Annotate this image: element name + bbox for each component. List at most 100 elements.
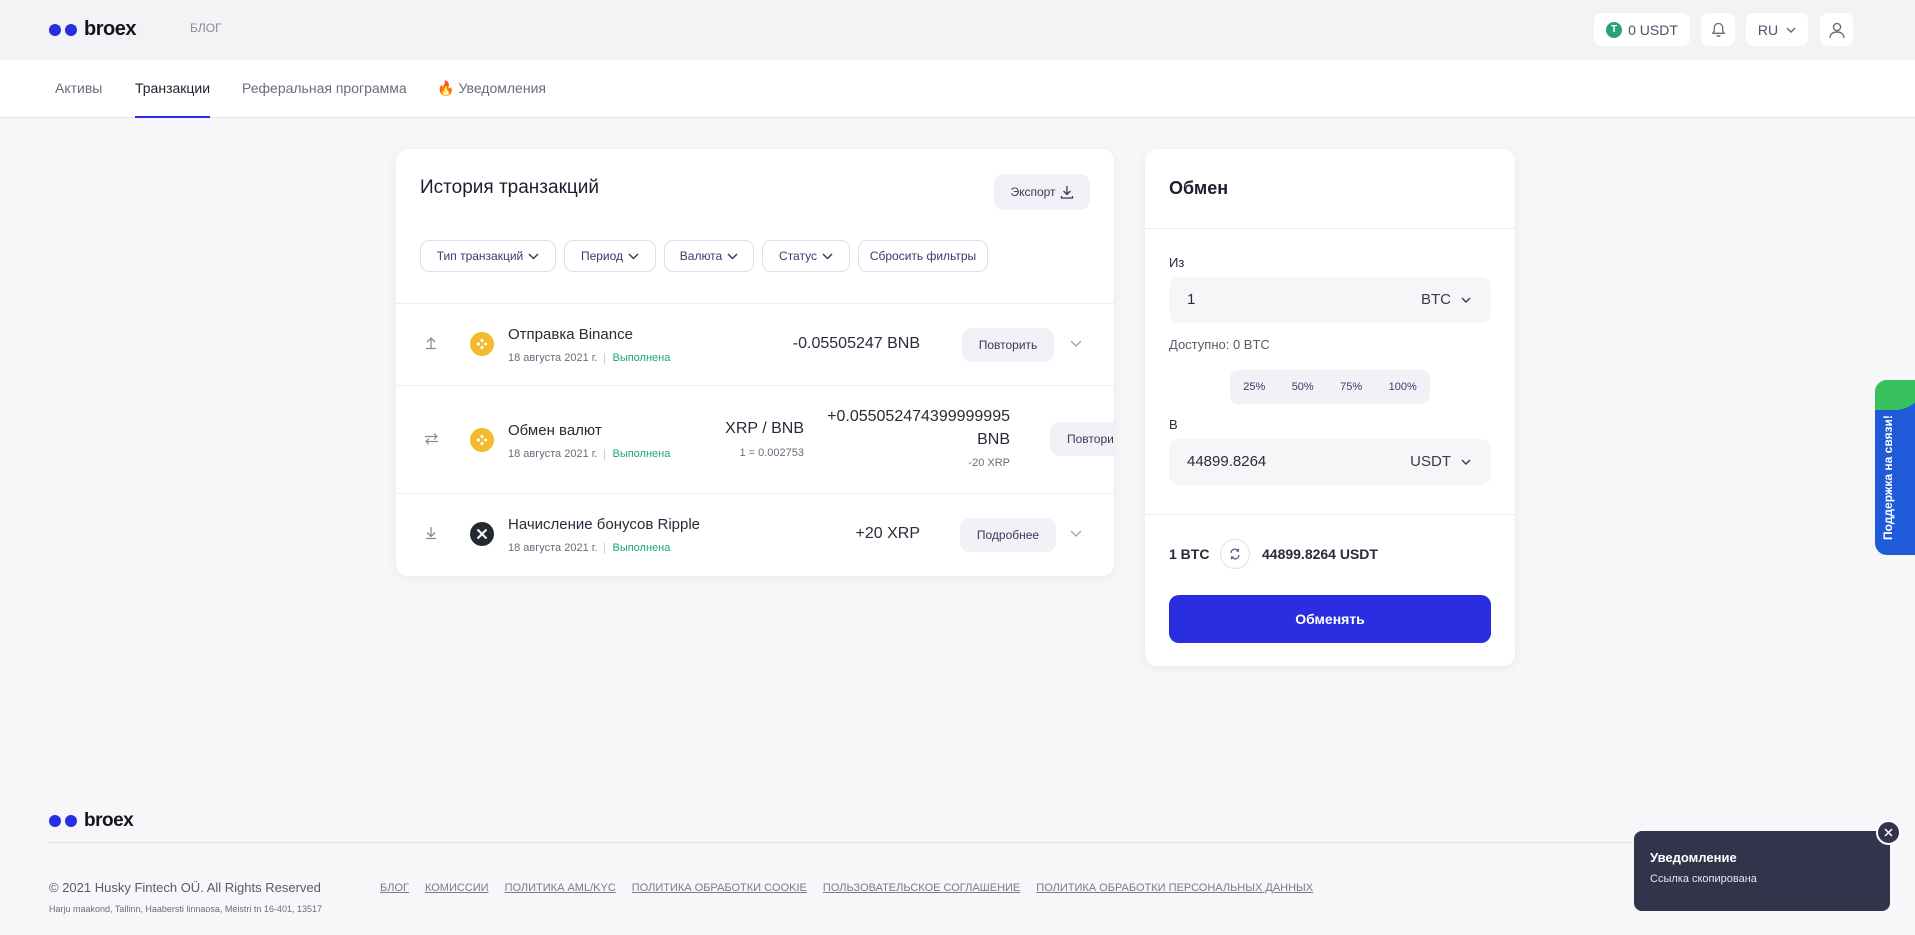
tab-notifications[interactable]: 🔥 Уведомления: [437, 80, 546, 118]
reset-filters-button[interactable]: Сбросить фильтры: [858, 240, 988, 272]
bell-icon: [1711, 22, 1725, 37]
row-sub-amount: -20 XRP: [968, 457, 1010, 469]
available-balance: Доступно: 0 BTC: [1169, 337, 1270, 352]
filter-type-label: Тип транзакций: [436, 249, 524, 263]
header-blog-link[interactable]: БЛОГ: [190, 21, 222, 35]
usdt-icon: T: [1606, 21, 1623, 38]
swap-icon: [1230, 548, 1240, 560]
repeat-button[interactable]: Повтори: [1050, 422, 1114, 456]
row-meta: 18 августа 2021 г. Выполнена: [508, 448, 670, 460]
exchange-pair: XRP / BNB: [725, 420, 804, 437]
filter-status[interactable]: Статус: [762, 240, 850, 272]
account-tabs: Активы Транзакции Реферальная программа …: [0, 60, 1915, 118]
repeat-button[interactable]: Повторить: [962, 328, 1054, 362]
export-button[interactable]: Экспорт: [994, 174, 1090, 210]
filter-type[interactable]: Тип транзакций: [420, 240, 556, 272]
swap-button[interactable]: [1220, 539, 1250, 569]
to-currency-select[interactable]: USDT: [1410, 453, 1471, 470]
support-chat-tab[interactable]: Поддержка на связи!: [1875, 380, 1915, 555]
footer-link-terms[interactable]: ПОЛЬЗОВАТЕЛЬСКОЕ СОГЛАШЕНИЕ: [823, 882, 1020, 894]
profile-button[interactable]: [1820, 13, 1853, 46]
divider: [1145, 228, 1515, 229]
logo-dot: [49, 23, 61, 36]
exchange-card: Обмен Из 1 BTC Доступно: 0 BTC 25% 50% 7…: [1145, 149, 1515, 666]
percent-50-button[interactable]: 50%: [1292, 381, 1314, 393]
exchange-rate: 1 = 0.002753: [739, 447, 804, 459]
history-title: История транзакций: [420, 177, 599, 198]
divider: [1145, 514, 1515, 515]
chevron-down-icon: [1461, 459, 1471, 465]
table-row[interactable]: Отправка Binance 18 августа 2021 г. Выпо…: [396, 303, 1114, 385]
toast-close-button[interactable]: [1876, 820, 1901, 845]
arrow-up-icon: [426, 337, 436, 350]
footer-link-cookie[interactable]: ПОЛИТИКА ОБРАБОТКИ COOKIE: [632, 882, 807, 894]
from-currency-value: BTC: [1421, 291, 1451, 308]
export-label: Экспорт: [1010, 185, 1056, 199]
table-row[interactable]: Обмен валют 18 августа 2021 г. Выполнена…: [396, 385, 1114, 493]
logo-dot: [65, 815, 77, 827]
balance-chip[interactable]: T 0 USDT: [1594, 13, 1690, 46]
chevron-down-icon: [628, 252, 639, 260]
exchange-title: Обмен: [1169, 178, 1229, 198]
tab-notifications-label: Уведомления: [458, 80, 546, 96]
row-title: Начисление бонусов Ripple: [508, 516, 701, 533]
balance-value: 0 USDT: [1628, 21, 1678, 38]
row-title: Обмен валют: [508, 422, 602, 439]
footer-link-fees[interactable]: КОМИССИИ: [425, 882, 489, 894]
logo-text: broex: [84, 18, 136, 40]
logo[interactable]: broex: [49, 18, 136, 41]
rate-to: 44899.8264 USDT: [1262, 546, 1378, 562]
filter-currency[interactable]: Валюта: [664, 240, 754, 272]
table-row[interactable]: Начисление бонусов Ripple 18 августа 202…: [396, 493, 1114, 576]
details-button[interactable]: Подробнее: [960, 518, 1056, 552]
filter-period[interactable]: Период: [564, 240, 656, 272]
row-meta: 18 августа 2021 г. Выполнена: [508, 352, 670, 364]
language-select[interactable]: RU: [1746, 13, 1808, 46]
toast-message: Ссылка скопирована: [1650, 873, 1757, 885]
footer-link-privacy[interactable]: ПОЛИТИКА ОБРАБОТКИ ПЕРСОНАЛЬНЫХ ДАННЫХ: [1036, 882, 1313, 894]
row-amount-line: BNB: [977, 431, 1010, 448]
from-currency-select[interactable]: BTC: [1421, 291, 1471, 308]
footer-logo[interactable]: broex: [49, 810, 134, 832]
tab-referral[interactable]: Реферальная программа: [242, 80, 407, 118]
support-accent: [1875, 380, 1915, 410]
chevron-down-icon: [727, 252, 738, 260]
filter-status-label: Статус: [779, 249, 817, 263]
chevron-down-icon: [1461, 297, 1471, 303]
logo-dot: [65, 23, 77, 36]
from-amount-value: 1: [1187, 291, 1196, 308]
row-amount-line: +0.055052474399999995: [827, 408, 1010, 425]
meta-divider: [604, 352, 606, 364]
exchange-submit-button[interactable]: Обменять: [1169, 595, 1491, 643]
company-address: Harju maakond, Tallinn, Haabersti linnao…: [49, 904, 322, 914]
user-icon: [1828, 22, 1845, 38]
bnb-coin-icon: [470, 332, 494, 356]
chevron-down-icon[interactable]: [1070, 340, 1082, 348]
percent-75-button[interactable]: 75%: [1340, 381, 1362, 393]
bnb-coin-icon: [470, 428, 494, 452]
to-amount-field[interactable]: 44899.8264 USDT: [1169, 439, 1491, 485]
close-icon: [1884, 828, 1893, 837]
chevron-down-icon[interactable]: [1070, 530, 1082, 538]
chevron-down-icon: [1786, 26, 1796, 33]
footer-link-blog[interactable]: БЛОГ: [380, 882, 409, 894]
from-amount-field[interactable]: 1 BTC: [1169, 277, 1491, 323]
xrp-coin-icon: [470, 522, 494, 546]
row-amount: -0.05505247 BNB: [792, 335, 920, 352]
tab-assets[interactable]: Активы: [55, 80, 102, 118]
rate-from: 1 BTC: [1169, 546, 1210, 562]
notifications-button[interactable]: [1701, 13, 1735, 46]
logo-dot: [49, 815, 61, 827]
top-header: broex БЛОГ T 0 USDT RU: [0, 0, 1915, 60]
footer-link-aml-kyc[interactable]: ПОЛИТИКА AML/KYC: [505, 882, 616, 894]
row-date: 18 августа 2021 г.: [508, 352, 598, 364]
row-meta: 18 августа 2021 г. Выполнена: [508, 542, 670, 554]
row-amount: +20 XRP: [855, 525, 920, 542]
arrow-down-icon: [426, 527, 436, 540]
download-icon: [1060, 186, 1073, 199]
tab-transactions[interactable]: Транзакции: [135, 80, 210, 118]
percent-100-button[interactable]: 100%: [1389, 381, 1417, 393]
footer-divider: [49, 842, 1869, 843]
percent-25-button[interactable]: 25%: [1243, 381, 1265, 393]
filter-period-label: Период: [580, 249, 624, 263]
